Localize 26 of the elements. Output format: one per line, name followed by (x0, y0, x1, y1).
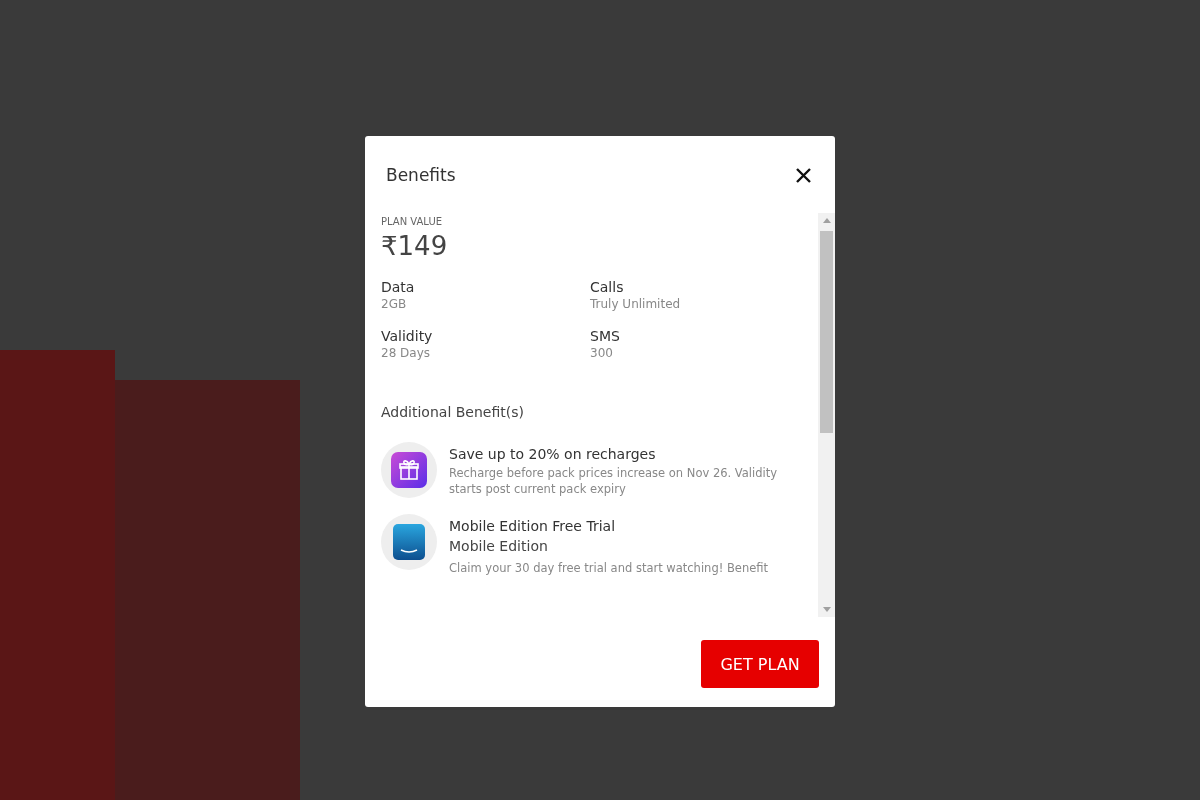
spec-label: Calls (590, 279, 625, 295)
video-app-icon (393, 524, 425, 560)
get-plan-button[interactable]: GET PLAN (701, 640, 819, 688)
benefit-title: Mobile Edition Free Trial (449, 518, 617, 534)
plan-value-label: PLAN VALUE (381, 216, 444, 227)
benefit-description: Recharge before pack prices increase on Nov 26. Validity starts post current pack expiry (449, 465, 779, 498)
scroll-down-icon[interactable] (822, 607, 831, 612)
spec-label: SMS (590, 328, 621, 344)
gift-icon (391, 452, 427, 488)
plan-price: ₹149 (381, 231, 449, 261)
benefit-description: Claim your 30 day free trial and start watching! Benefit (449, 559, 769, 576)
close-button[interactable] (793, 165, 813, 185)
benefit-subtitle: Mobile Edition (449, 537, 549, 556)
spec-value: Truly Unlimited (590, 297, 682, 311)
spec-value: 2GB (381, 297, 408, 311)
close-icon (795, 167, 811, 183)
benefit-title: Save up to 20% on recharges (449, 446, 657, 462)
section-heading: Additional Benefit(s) (381, 404, 525, 420)
scroll-up-icon[interactable] (822, 218, 831, 223)
dialog-title: Benefits (386, 165, 456, 185)
spec-label: Data (381, 279, 416, 295)
spec-value: 28 Days (381, 346, 432, 360)
spec-value: 300 (590, 346, 614, 360)
scrollbar-thumb[interactable] (820, 231, 833, 433)
scrollbar[interactable] (818, 213, 835, 617)
spec-label: Validity (381, 328, 434, 344)
